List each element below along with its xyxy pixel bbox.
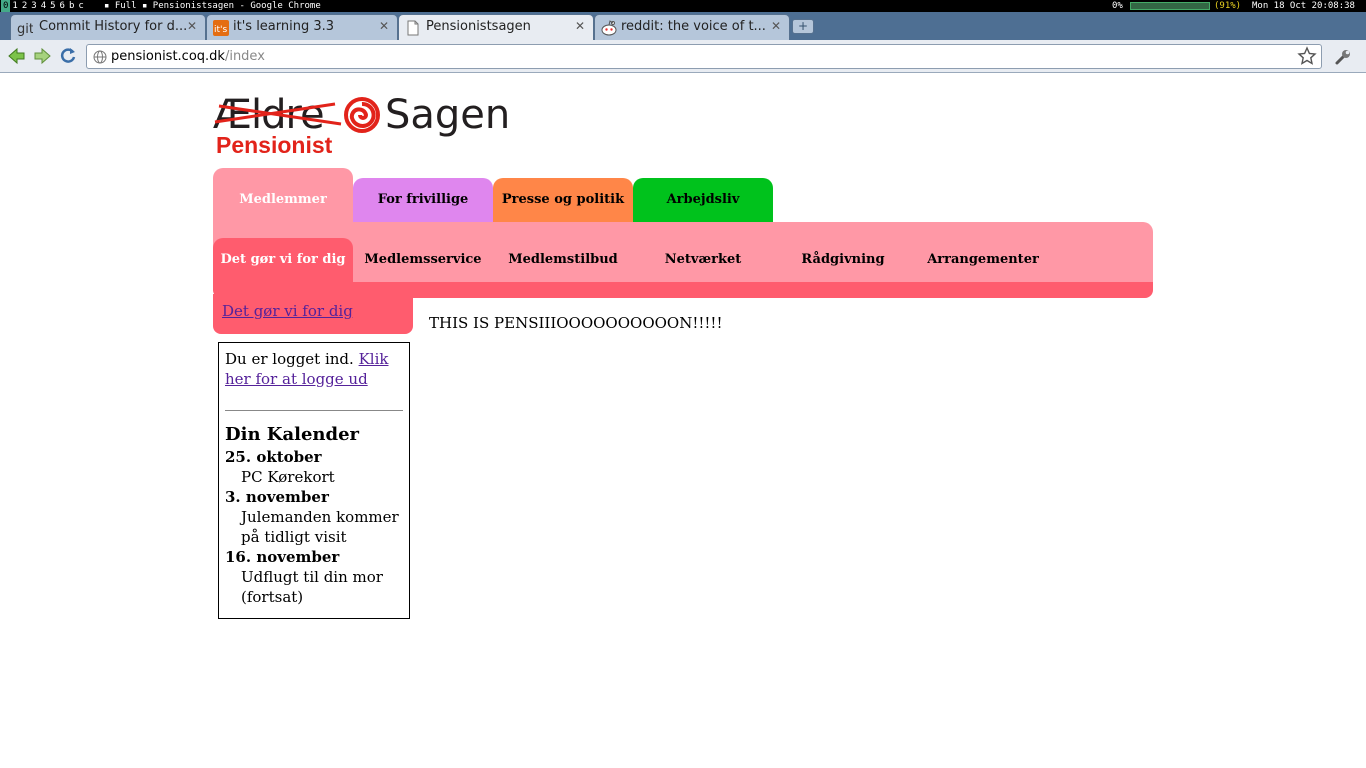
login-status: Du er logget ind. Klik her for at logge … bbox=[225, 349, 403, 389]
event-date: 3. november bbox=[225, 488, 329, 506]
wm-window-title: ▪ Full ▪ Pensionistsagen - Google Chrome bbox=[104, 1, 321, 11]
itslearning-icon: it's bbox=[213, 20, 229, 36]
close-icon[interactable]: ✕ bbox=[379, 19, 389, 33]
url-host: pensionist.coq.dk bbox=[111, 49, 225, 64]
address-bar[interactable]: pensionist.coq.dk/index bbox=[86, 44, 1322, 69]
tab-label: Commit History for d... bbox=[39, 19, 188, 34]
tab-label: it's learning 3.3 bbox=[233, 19, 335, 34]
workspace-1[interactable]: 1 bbox=[10, 0, 19, 12]
url-path: /index bbox=[224, 49, 265, 64]
workspace-0[interactable]: 0 bbox=[1, 0, 11, 12]
event-date: 16. november bbox=[225, 548, 340, 566]
event-text: Udflugt til din mor (fortsat) bbox=[241, 568, 383, 606]
workspace-2[interactable]: 2 bbox=[20, 0, 29, 12]
subnav-item-medlemstilbud[interactable]: Medlemstilbud bbox=[493, 238, 633, 282]
tab-presse-og-politik[interactable]: Presse og politik bbox=[493, 178, 633, 222]
browser-tab-pensionistsagen[interactable]: Pensionistsagen ✕ bbox=[398, 14, 594, 40]
new-tab-button[interactable]: + bbox=[792, 19, 814, 34]
workspace-c[interactable]: c bbox=[76, 0, 85, 12]
workspace-list: 0 1 2 3 4 5 6 b c bbox=[1, 0, 86, 12]
divider bbox=[225, 410, 403, 411]
tab-medlemmer[interactable]: Medlemmer bbox=[213, 168, 353, 224]
workspace-3[interactable]: 3 bbox=[29, 0, 38, 12]
calendar-event: 3. november Julemanden kommer på tidligt… bbox=[225, 487, 403, 547]
globe-icon bbox=[93, 50, 107, 64]
battery-status: (91%) bbox=[1214, 1, 1242, 11]
subnav-item-arrangementer[interactable]: Arrangementer bbox=[913, 238, 1053, 282]
svg-text:it's: it's bbox=[214, 25, 228, 35]
login-text: Du er logget ind. bbox=[225, 350, 354, 368]
tab-arbejdsliv[interactable]: Arbejdsliv bbox=[633, 178, 773, 222]
reddit-icon bbox=[601, 20, 617, 36]
workspace-6[interactable]: 6 bbox=[58, 0, 67, 12]
close-icon[interactable]: ✕ bbox=[771, 19, 781, 33]
cpu-usage: 0% bbox=[1112, 1, 1123, 11]
swirl-logo-icon bbox=[344, 97, 380, 133]
cpu-meter bbox=[1130, 2, 1210, 10]
user-sidebox: Du er logget ind. Klik her for at logge … bbox=[218, 342, 410, 619]
close-icon[interactable]: ✕ bbox=[187, 19, 197, 33]
browser-tab-itslearning[interactable]: it's it's learning 3.3 ✕ bbox=[206, 14, 398, 40]
bookmark-star-icon[interactable] bbox=[1297, 46, 1317, 66]
forward-arrow-icon[interactable] bbox=[32, 46, 52, 66]
calendar-event: 25. oktober PC Kørekort bbox=[225, 447, 403, 487]
strikethrough-mark bbox=[214, 102, 342, 126]
back-arrow-icon[interactable] bbox=[7, 46, 27, 66]
event-text: Julemanden kommer på tidligt visit bbox=[241, 508, 399, 546]
event-date: 25. oktober bbox=[225, 448, 322, 466]
left-nav-link[interactable]: Det gør vi for dig bbox=[222, 302, 353, 320]
calendar-title: Din Kalender bbox=[225, 424, 360, 445]
main-content-text: THIS IS PENSIIIOOOOOOOOOON!!!!! bbox=[429, 314, 723, 332]
sub-navigation: Det gør vi for dig Medlemsservice Medlem… bbox=[213, 222, 1153, 298]
wrench-icon[interactable] bbox=[1334, 48, 1352, 66]
calendar-event: 16. november Udflugt til din mor (fortsa… bbox=[225, 547, 403, 607]
logo-sagen: Sagen bbox=[385, 92, 511, 138]
tab-label: Pensionistsagen bbox=[426, 19, 531, 34]
subnav-item-netvaerket[interactable]: Netværket bbox=[633, 238, 773, 282]
tab-for-frivillige[interactable]: For frivillige bbox=[353, 178, 493, 222]
url-text: pensionist.coq.dk/index bbox=[111, 45, 265, 68]
clock: Mon 18 Oct 20:08:38 bbox=[1252, 1, 1355, 11]
subnav-item-det-goer-vi-for-dig[interactable]: Det gør vi for dig bbox=[213, 238, 353, 282]
git-icon: git bbox=[17, 22, 33, 36]
workspace-5[interactable]: 5 bbox=[48, 0, 57, 12]
browser-tab-git[interactable]: git Commit History for d... ✕ bbox=[10, 14, 206, 40]
browser-tab-strip: git Commit History for d... ✕ it's it's … bbox=[0, 12, 1366, 40]
page-content: Ældre Sagen Pensionist Medlemmer For fri… bbox=[0, 74, 1366, 768]
close-icon[interactable]: ✕ bbox=[575, 19, 585, 33]
window-manager-bar: 0 1 2 3 4 5 6 b c ▪ Full ▪ Pensionistsag… bbox=[0, 0, 1366, 12]
tab-label: reddit: the voice of t... bbox=[621, 19, 766, 34]
svg-text:git: git bbox=[17, 22, 33, 36]
wm-layout: Full bbox=[114, 1, 137, 11]
site-logo[interactable]: Ældre Sagen Pensionist bbox=[213, 92, 513, 160]
browser-toolbar: pensionist.coq.dk/index bbox=[0, 40, 1366, 73]
workspace-b[interactable]: b bbox=[67, 0, 76, 12]
subnav-item-medlemsservice[interactable]: Medlemsservice bbox=[353, 238, 493, 282]
event-text: PC Kørekort bbox=[241, 468, 335, 486]
page-icon bbox=[407, 20, 419, 36]
subnav-item-raadgivning[interactable]: Rådgivning bbox=[773, 238, 913, 282]
logo-subtitle: Pensionist bbox=[216, 132, 333, 158]
left-nav-panel: Det gør vi for dig bbox=[213, 294, 413, 334]
reload-icon[interactable] bbox=[58, 46, 78, 66]
workspace-4[interactable]: 4 bbox=[39, 0, 48, 12]
wm-title-text: Pensionistsagen - Google Chrome bbox=[152, 1, 321, 11]
browser-tab-reddit[interactable]: reddit: the voice of t... ✕ bbox=[594, 14, 790, 40]
